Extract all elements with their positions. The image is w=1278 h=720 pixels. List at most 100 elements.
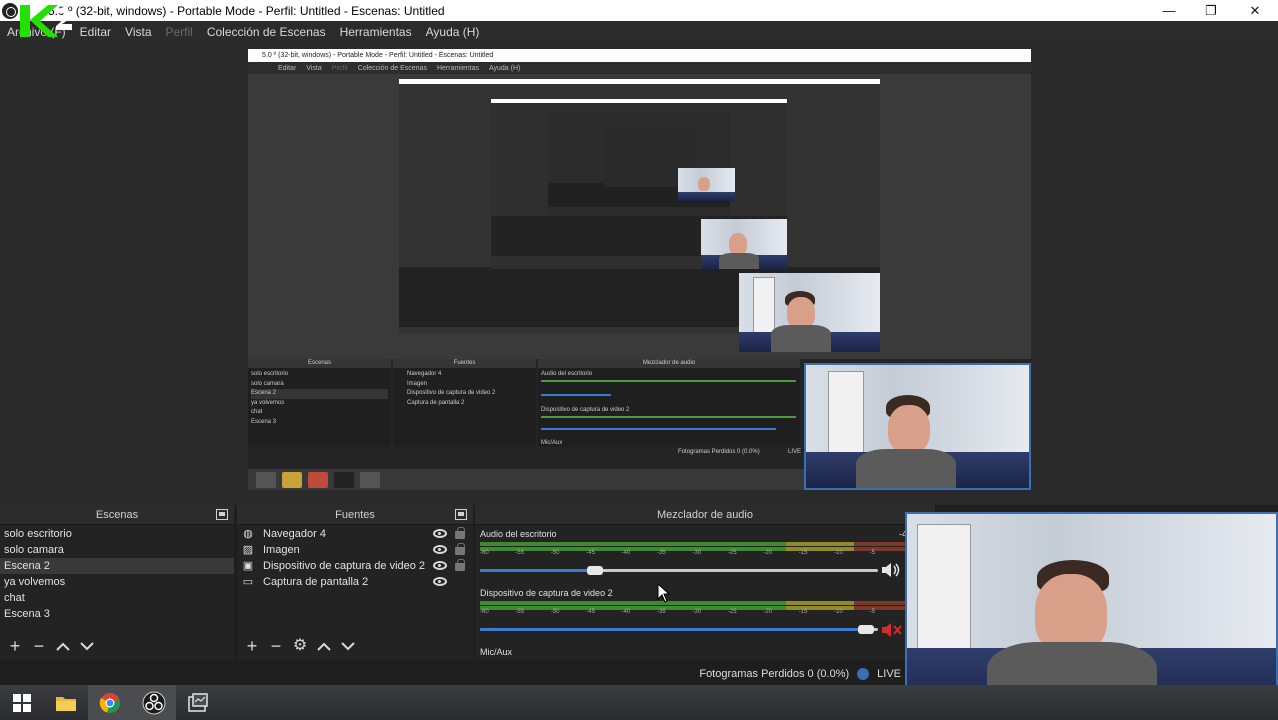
nested-webcam [804, 363, 1031, 490]
meter-ticks: -60 -55 -50 -45 -40 -35 -30 -25 -20 -15 -10 -5 [480, 548, 905, 558]
source-item[interactable]: ▭ Captura de pantalla 2 [237, 574, 473, 590]
nested-menu-vista: Vista [306, 64, 322, 72]
add-source-button[interactable]: + [243, 637, 261, 655]
add-scene-button[interactable]: + [6, 637, 24, 655]
meter-tick-label: -5 [869, 550, 875, 556]
mixer-header-label: Mezclador de audio [656, 508, 753, 521]
eye-icon[interactable] [433, 529, 447, 538]
remove-source-button[interactable]: − [267, 637, 285, 655]
scene-item[interactable]: solo escritorio [0, 526, 234, 542]
preview-canvas[interactable]: 5.0 º (32-bit, windows) - Portable Mode … [0, 43, 1278, 505]
scenes-float-icon[interactable] [216, 509, 228, 520]
nested-track-1-name: Audio del escritorio [541, 371, 593, 377]
move-source-up-button[interactable] [315, 637, 333, 655]
meter-tick-label: -15 [798, 550, 808, 556]
menu-perfil[interactable]: Perfil [159, 25, 200, 39]
nested-track-3-name: Mic/Aux [541, 440, 563, 446]
sources-header-label: Fuentes [335, 508, 375, 521]
nested-sources-list: Navegador 4 Imagen Dispositivo de captur… [393, 368, 536, 410]
mouse-cursor-icon [657, 583, 671, 603]
eye-icon[interactable] [433, 545, 447, 554]
volume-knob[interactable] [587, 566, 604, 575]
obs-taskbar-button[interactable] [132, 685, 176, 720]
audio-level-meter [480, 542, 905, 546]
windows-taskbar [0, 685, 1278, 720]
menu-coleccion-escenas[interactable]: Colección de Escenas [200, 25, 333, 39]
meter-tick-label: -25 [727, 550, 737, 556]
nested-scenes-header: Escenas [307, 360, 331, 366]
lock-icon[interactable] [455, 543, 465, 555]
scene-item[interactable]: solo camara [0, 542, 234, 558]
volume-slider[interactable] [480, 625, 878, 634]
start-button[interactable] [0, 685, 44, 720]
muted-speaker-icon[interactable] [880, 621, 902, 639]
nested-title: 5.0 º (32-bit, windows) - Portable Mode … [248, 49, 1031, 62]
file-explorer-button[interactable] [44, 685, 88, 720]
scene-item-selected[interactable]: Escena 2 [0, 558, 234, 574]
scene-item[interactable]: chat [0, 590, 234, 606]
scenes-list: solo escritorio solo camara Escena 2 ya … [0, 525, 234, 622]
source-item[interactable]: ▣ Dispositivo de captura de video 2 [237, 558, 473, 574]
nested-scenes-panel: Escenas solo escritorio solo camara Esce… [248, 359, 391, 447]
volume-fill [480, 628, 867, 631]
sources-header: Fuentes [237, 505, 473, 525]
move-scene-up-button[interactable] [54, 637, 72, 655]
meter-tick-label: -55 [515, 609, 525, 615]
nested-start-icon [256, 471, 276, 488]
nested-live: LIVE [788, 449, 802, 455]
source-label: Imagen [263, 544, 300, 556]
menu-editar[interactable]: Editar [73, 25, 118, 39]
speaker-icon[interactable] [880, 561, 902, 579]
lock-icon[interactable] [455, 559, 465, 571]
sources-float-icon[interactable] [455, 509, 467, 520]
eye-icon[interactable] [433, 561, 447, 570]
source-label: Dispositivo de captura de video 2 [263, 560, 426, 572]
volume-knob[interactable] [858, 625, 875, 634]
volume-slider[interactable] [480, 566, 878, 575]
meter-tick-label: -60 [480, 550, 489, 556]
status-bar: Fotogramas Perdidos 0 (0.0%) LIVE [475, 663, 905, 685]
app-taskbar-button[interactable] [176, 685, 220, 720]
move-source-down-button[interactable] [339, 637, 357, 655]
meter-tick-label: -35 [657, 550, 666, 556]
nested-source-item: Imagen [407, 380, 428, 387]
image-icon: ▨ [242, 544, 254, 556]
windows-logo-icon [13, 693, 31, 712]
meter-tick-label: -25 [727, 609, 737, 615]
meter-tick-label: -20 [763, 550, 772, 556]
recursion-frame-2-titlebar [491, 99, 787, 103]
nested-scene-item: Escena 2 [251, 389, 388, 399]
remove-scene-button[interactable]: − [30, 637, 48, 655]
meter-tick-label: -50 [550, 550, 560, 556]
nested-preview-capture: 5.0 º (32-bit, windows) - Portable Mode … [248, 49, 1031, 490]
nested-menu: Editar Vista Perfil Colección de Escenas… [248, 62, 1031, 74]
meter-tick-label: -45 [586, 550, 595, 556]
menu-vista[interactable]: Vista [118, 25, 158, 39]
minimize-button[interactable]: — [1148, 0, 1190, 21]
menu-herramientas[interactable]: Herramientas [333, 25, 419, 39]
recursion-webcam-2 [701, 219, 787, 269]
meter-tick-label: -50 [550, 609, 560, 615]
meter-tick-label: -30 [692, 609, 702, 615]
nested-source-item: Navegador 4 [407, 371, 442, 377]
close-button[interactable]: ✕ [1234, 0, 1276, 21]
source-item[interactable]: ▨ Imagen [237, 542, 473, 558]
meter-tick-label: -60 [480, 609, 489, 615]
lock-icon[interactable] [455, 527, 465, 539]
nested-track-2-slider [541, 428, 776, 430]
restore-button[interactable]: ❐ [1190, 0, 1232, 21]
menu-ayuda[interactable]: Ayuda (H) [419, 25, 487, 39]
scenes-toolbar: + − [0, 632, 234, 660]
scene-item[interactable]: ya volvemos [0, 574, 234, 590]
meter-tick-label: -45 [586, 609, 595, 615]
scene-item[interactable]: Escena 3 [0, 606, 234, 622]
source-properties-button[interactable]: ⚙ [291, 637, 309, 655]
chrome-button[interactable] [88, 685, 132, 720]
source-item[interactable]: ◍ Navegador 4 [237, 526, 473, 542]
eye-icon[interactable] [433, 577, 447, 586]
move-scene-down-button[interactable] [78, 637, 96, 655]
volume-fill [480, 569, 596, 572]
audio-level-meter [480, 601, 905, 605]
sources-toolbar: + − ⚙ [237, 632, 473, 660]
nested-sources-header: Fuentes [453, 360, 476, 366]
